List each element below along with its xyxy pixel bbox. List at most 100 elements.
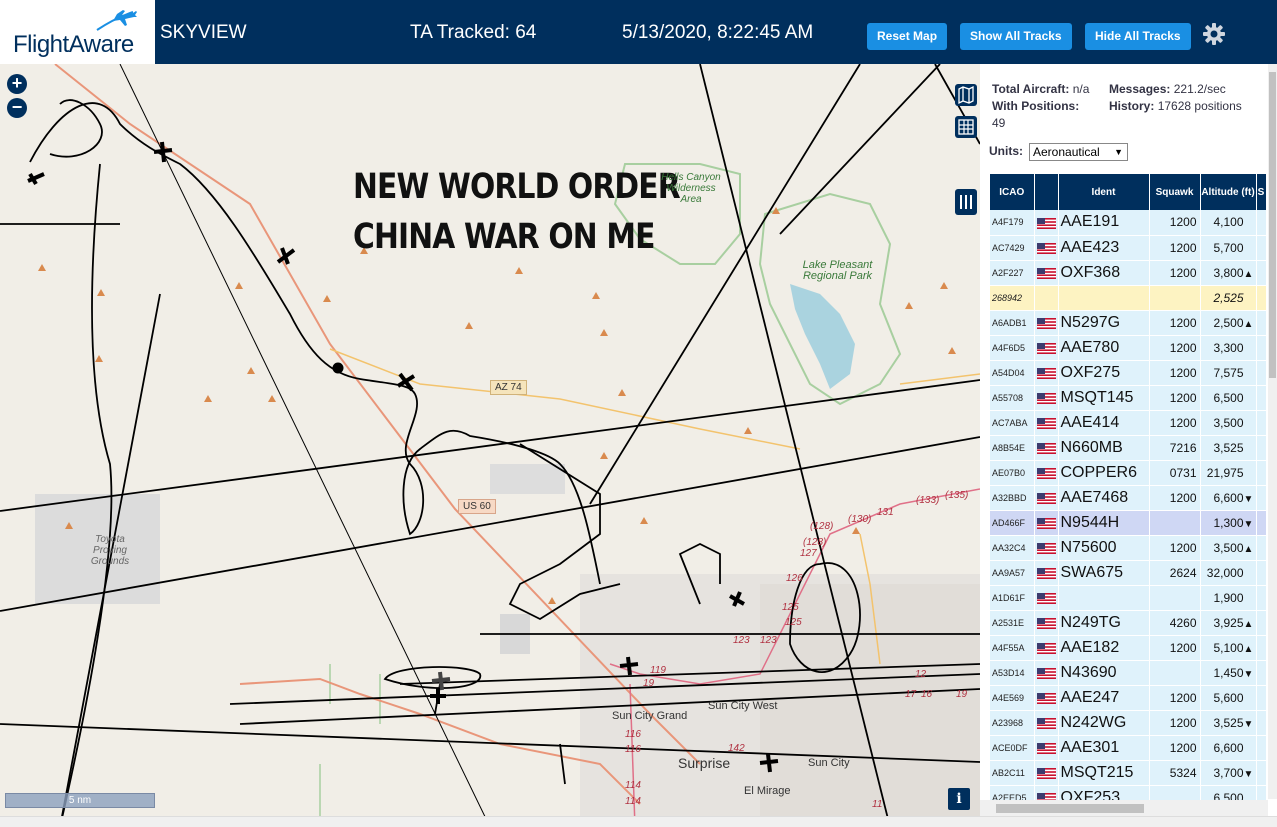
- cell-flag: [1034, 610, 1059, 636]
- table-row[interactable]: AB2C11 MSQT215 5324 3,700▼: [990, 760, 1267, 786]
- road-sign-az74: AZ 74: [490, 380, 527, 395]
- route-number: 19: [956, 689, 968, 700]
- units-selected-value: Aeronautical: [1033, 145, 1100, 159]
- altitude-trend-icon: ▼: [1243, 668, 1254, 680]
- map-layers-button[interactable]: [955, 84, 977, 106]
- col-header-ident[interactable]: Ident: [1058, 174, 1150, 210]
- us-flag-icon: [1036, 568, 1056, 580]
- panel-vertical-scroll-thumb[interactable]: [1269, 72, 1276, 378]
- history-label: History:: [1109, 99, 1155, 113]
- table-row[interactable]: A54D04 OXF275 1200 7,575: [990, 360, 1267, 386]
- cell-altitude: 21,975: [1200, 460, 1257, 486]
- aircraft-panel: Total Aircraft: n/a With Positions: 49 M…: [980, 64, 1277, 827]
- reset-map-button[interactable]: Reset Map: [867, 23, 948, 50]
- map-view[interactable]: + − NEW WORLD ORDER CHINA WAR ON ME Hell…: [0, 64, 980, 827]
- table-row[interactable]: A6ADB1 N5297G 1200 2,500▲: [990, 310, 1267, 336]
- altitude-value: 2,525: [1213, 290, 1244, 305]
- grid-icon: [958, 119, 974, 135]
- cell-flag: [1034, 310, 1059, 336]
- units-select[interactable]: Aeronautical ▼: [1029, 143, 1128, 161]
- col-header-altitude[interactable]: Altitude (ft): [1200, 174, 1257, 210]
- info-button[interactable]: i: [948, 788, 970, 810]
- cell-squawk: [1149, 510, 1201, 536]
- us-flag-icon: [1036, 243, 1056, 255]
- altitude-value: 5,700: [1213, 240, 1244, 255]
- table-row[interactable]: A32BBD AAE7468 1200 6,600▼: [990, 485, 1267, 511]
- altitude-value: 32,000: [1206, 565, 1244, 580]
- table-row[interactable]: ACE0DF AAE301 1200 6,600: [990, 735, 1267, 761]
- cell-speed: [1256, 460, 1267, 486]
- altitude-value: 1,450: [1213, 665, 1244, 680]
- cell-ident: N249TG: [1058, 610, 1150, 636]
- with-positions-value: 49: [992, 116, 1006, 130]
- col-header-speed[interactable]: S: [1256, 174, 1267, 210]
- table-row[interactable]: A4E569 AAE247 1200 5,600: [990, 685, 1267, 711]
- us-flag-icon: [1036, 768, 1056, 780]
- hide-all-tracks-button[interactable]: Hide All Tracks: [1085, 23, 1191, 50]
- gear-icon[interactable]: [1201, 21, 1227, 47]
- table-row[interactable]: A53D14 N43690 1,450▼: [990, 660, 1267, 686]
- cell-flag: [1034, 685, 1059, 711]
- table-row[interactable]: A23968 N242WG 1200 3,525▼: [990, 710, 1267, 736]
- table-row[interactable]: A4F6D5 AAE780 1200 3,300: [990, 335, 1267, 361]
- cell-icao: AA9A57: [990, 560, 1035, 586]
- altitude-value: 7,575: [1213, 365, 1244, 380]
- dropdown-arrow-icon: ▼: [1114, 147, 1123, 157]
- cell-speed: [1256, 410, 1267, 436]
- table-row[interactable]: A4F55A AAE182 1200 5,100▲: [990, 635, 1267, 661]
- table-row[interactable]: A1D61F 1,900: [990, 585, 1267, 611]
- table-row[interactable]: A55708 MSQT145 1200 6,500: [990, 385, 1267, 411]
- altitude-value: 6,600: [1213, 740, 1244, 755]
- route-number: 127: [800, 548, 817, 559]
- columns-toggle-button[interactable]: [955, 189, 977, 215]
- cell-squawk: 1200: [1149, 635, 1201, 661]
- cell-flag: [1034, 710, 1059, 736]
- cell-altitude: 1,900: [1200, 585, 1257, 611]
- col-header-squawk[interactable]: Squawk: [1149, 174, 1201, 210]
- panel-horizontal-scroll-thumb[interactable]: [996, 804, 1144, 813]
- grid-toggle-button[interactable]: [955, 116, 977, 138]
- cell-ident: COPPER6: [1058, 460, 1150, 486]
- cell-flag: [1034, 510, 1059, 536]
- us-flag-icon: [1036, 668, 1056, 680]
- overlay-line-1: NEW WORLD ORDER: [353, 167, 681, 207]
- table-row[interactable]: AC7ABA AAE414 1200 3,500: [990, 410, 1267, 436]
- cell-flag: [1034, 660, 1059, 686]
- table-row[interactable]: AC7429 AAE423 1200 5,700: [990, 235, 1267, 261]
- cell-squawk: 5324: [1149, 760, 1201, 786]
- overlay-line-2: CHINA WAR ON ME: [353, 217, 655, 257]
- zoom-out-button[interactable]: −: [7, 98, 27, 118]
- col-header-flag[interactable]: [1034, 174, 1059, 210]
- cell-squawk: 1200: [1149, 685, 1201, 711]
- cell-icao: AD466F: [990, 510, 1035, 536]
- col-header-icao[interactable]: ICAO: [990, 174, 1035, 210]
- window-bottom-scrollbar[interactable]: [0, 816, 1277, 827]
- cell-speed: [1256, 335, 1267, 361]
- place-label: Surprise: [678, 755, 731, 771]
- table-row[interactable]: AA32C4 N75600 1200 3,500▲: [990, 535, 1267, 561]
- show-all-tracks-button[interactable]: Show All Tracks: [960, 23, 1072, 50]
- table-row[interactable]: AA9A57 SWA675 2624 32,000: [990, 560, 1267, 586]
- table-row[interactable]: AD466F N9544H 1,300▼: [990, 510, 1267, 536]
- cell-altitude: 1,450▼: [1200, 660, 1257, 686]
- table-row[interactable]: 268942 2,525: [990, 285, 1267, 311]
- zoom-in-button[interactable]: +: [7, 74, 27, 94]
- cell-speed: [1256, 660, 1267, 686]
- cell-flag: [1034, 435, 1059, 461]
- cell-icao: A53D14: [990, 660, 1035, 686]
- table-row[interactable]: A2F227 OXF368 1200 3,800▲: [990, 260, 1267, 286]
- cell-speed: [1256, 710, 1267, 736]
- cell-squawk: 1200: [1149, 385, 1201, 411]
- cell-altitude: 7,575: [1200, 360, 1257, 386]
- logo-text: FlightAware: [13, 31, 134, 58]
- cell-speed: [1256, 635, 1267, 661]
- route-number: 131: [877, 507, 894, 518]
- cell-icao: A4F179: [990, 210, 1035, 236]
- table-row[interactable]: A4F179 AAE191 1200 4,100: [990, 210, 1267, 236]
- table-row[interactable]: A2531E N249TG 4260 3,925▲: [990, 610, 1267, 636]
- flightaware-logo[interactable]: FlightAware: [0, 0, 155, 64]
- table-row[interactable]: AE07B0 COPPER6 0731 21,975: [990, 460, 1267, 486]
- route-number: 119: [650, 665, 666, 676]
- table-row[interactable]: A8B54E N660MB 7216 3,525: [990, 435, 1267, 461]
- cell-speed: [1256, 260, 1267, 286]
